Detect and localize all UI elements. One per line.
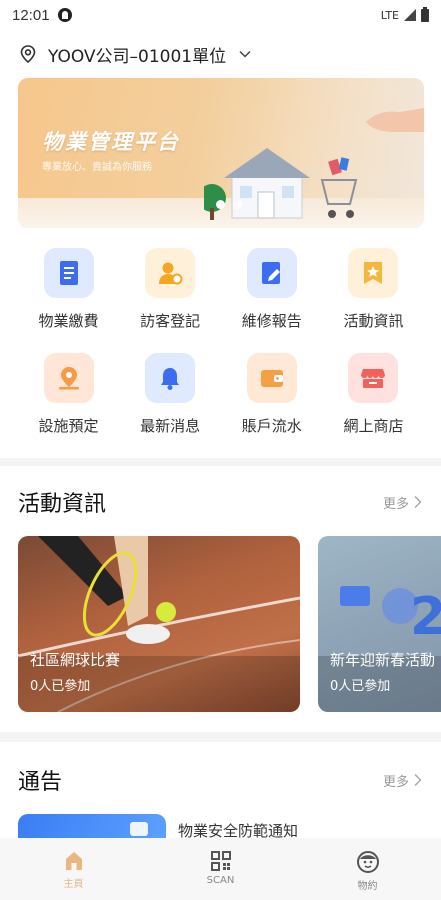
service-label: 賬戶流水	[241, 417, 302, 435]
service-repair-report[interactable]: 維修報告	[221, 248, 322, 353]
network-type: LTE	[380, 8, 399, 22]
service-icon-bg	[145, 353, 196, 403]
chevron-right-icon	[414, 773, 422, 787]
service-icon-bg	[246, 353, 297, 403]
section-title: 通告	[18, 770, 63, 795]
chat-bubble-icon	[130, 822, 148, 836]
activity-card[interactable]: 社區網球比賽 0人已參加	[18, 536, 300, 712]
service-online-store[interactable]: 網上商店	[323, 353, 424, 458]
service-property-fee[interactable]: 物業繳費	[18, 248, 119, 353]
section-header: 通告 更多	[18, 764, 423, 796]
section-title: 活動資訊	[18, 492, 107, 517]
tab-label: 物約	[357, 881, 378, 892]
document-icon	[59, 261, 78, 285]
bottom-tab-bar: 主頁 SCAN 物約	[0, 838, 441, 900]
more-link[interactable]: 更多	[383, 771, 423, 790]
battery-icon	[421, 6, 429, 22]
signal-icon	[404, 9, 416, 21]
service-facility-booking[interactable]: 設施預定	[18, 353, 119, 458]
banner-title: 物業管理平台	[42, 130, 180, 154]
wallet-icon	[260, 370, 283, 387]
service-label: 設施預定	[38, 417, 99, 435]
promo-banner[interactable]: 物業管理平台 專業放心、貴誠為你服務	[18, 78, 424, 228]
status-indicators: LTE	[380, 6, 429, 22]
carousel-dot[interactable]	[216, 200, 225, 209]
location-label: YOOV公司–01001單位	[48, 46, 227, 67]
service-row: 物業繳費 訪客登記 維修報告 活動資訊	[18, 248, 424, 353]
service-label: 維修報告	[241, 312, 302, 330]
service-icon-bg	[348, 353, 399, 403]
section-header: 活動資訊 更多	[18, 486, 423, 518]
service-grid: 物業繳費 訪客登記 維修報告 活動資訊 設施預定 最新消息 賬戶流水 網上商店	[18, 248, 424, 458]
activity-participants: 0人已參加	[30, 679, 91, 694]
service-icon-bg	[43, 353, 94, 403]
service-icon-bg	[246, 248, 297, 298]
house-illustration	[204, 148, 358, 220]
carousel-indicator	[216, 200, 242, 209]
service-account-statement[interactable]: 賬戶流水	[221, 353, 322, 458]
tab-label: SCAN	[206, 875, 235, 886]
activity-name: 社區網球比賽	[30, 651, 121, 669]
location-selector[interactable]: YOOV公司–01001單位	[18, 40, 252, 68]
location-pin-icon	[20, 45, 36, 64]
status-time: 12:01	[12, 6, 50, 24]
banner-subtitle: 專業放心、貴誠為你服務	[42, 162, 152, 173]
activity-name: 新年迎新春活動	[330, 651, 436, 669]
svg-text:2: 2	[410, 587, 441, 647]
service-label: 最新消息	[140, 417, 201, 435]
store-icon	[361, 369, 386, 388]
activity-card[interactable]: 2 新年迎新春活動 0人已參加	[318, 536, 441, 712]
chevron-right-icon	[414, 495, 422, 509]
service-label: 訪客登記	[140, 312, 201, 330]
service-label: 網上商店	[343, 417, 404, 435]
qr-code-icon	[210, 851, 231, 871]
service-visitor-registration[interactable]: 訪客登記	[120, 248, 221, 353]
bell-icon	[161, 368, 180, 390]
tab-scan[interactable]: SCAN	[147, 838, 294, 900]
service-icon-bg	[348, 248, 399, 298]
service-activity-info[interactable]: 活動資訊	[323, 248, 424, 353]
carousel-dot[interactable]	[233, 200, 242, 209]
app-screen: 12:01 LTE YOOV公司–01001單位 物業管理平台 專業放心、貴誠為…	[0, 0, 441, 900]
status-bar: 12:01 LTE	[0, 0, 441, 30]
star-icon	[364, 262, 383, 284]
repair-icon	[261, 262, 280, 284]
tab-label: 主頁	[63, 879, 84, 890]
activity-participants: 0人已參加	[330, 679, 391, 694]
service-label: 活動資訊	[343, 312, 404, 330]
location-pin-icon	[58, 367, 79, 390]
service-icon-bg	[145, 248, 196, 298]
activities-section: 活動資訊 更多 社區網球比賽 0人已參加 2 新年迎新春活動 0人已參加	[0, 466, 441, 732]
tab-profile[interactable]: 物約	[294, 838, 441, 900]
service-row: 設施預定 最新消息 賬戶流水 網上商店	[18, 353, 424, 458]
service-latest-news[interactable]: 最新消息	[120, 353, 221, 458]
app-notification-icon	[57, 8, 72, 22]
hand-illustration	[366, 108, 424, 132]
top-area: YOOV公司–01001單位 物業管理平台 專業放心、貴誠為你服務 物業繳費 訪…	[0, 30, 441, 458]
more-label: 更多	[382, 774, 409, 790]
more-link[interactable]: 更多	[383, 493, 423, 512]
visitor-icon	[159, 262, 183, 285]
service-label: 物業繳費	[38, 312, 99, 330]
smiley-icon	[356, 851, 379, 873]
home-icon	[65, 852, 82, 870]
service-icon-bg	[43, 248, 94, 298]
chevron-down-icon	[239, 50, 251, 58]
tab-home[interactable]: 主頁	[0, 838, 147, 900]
more-label: 更多	[382, 496, 409, 512]
